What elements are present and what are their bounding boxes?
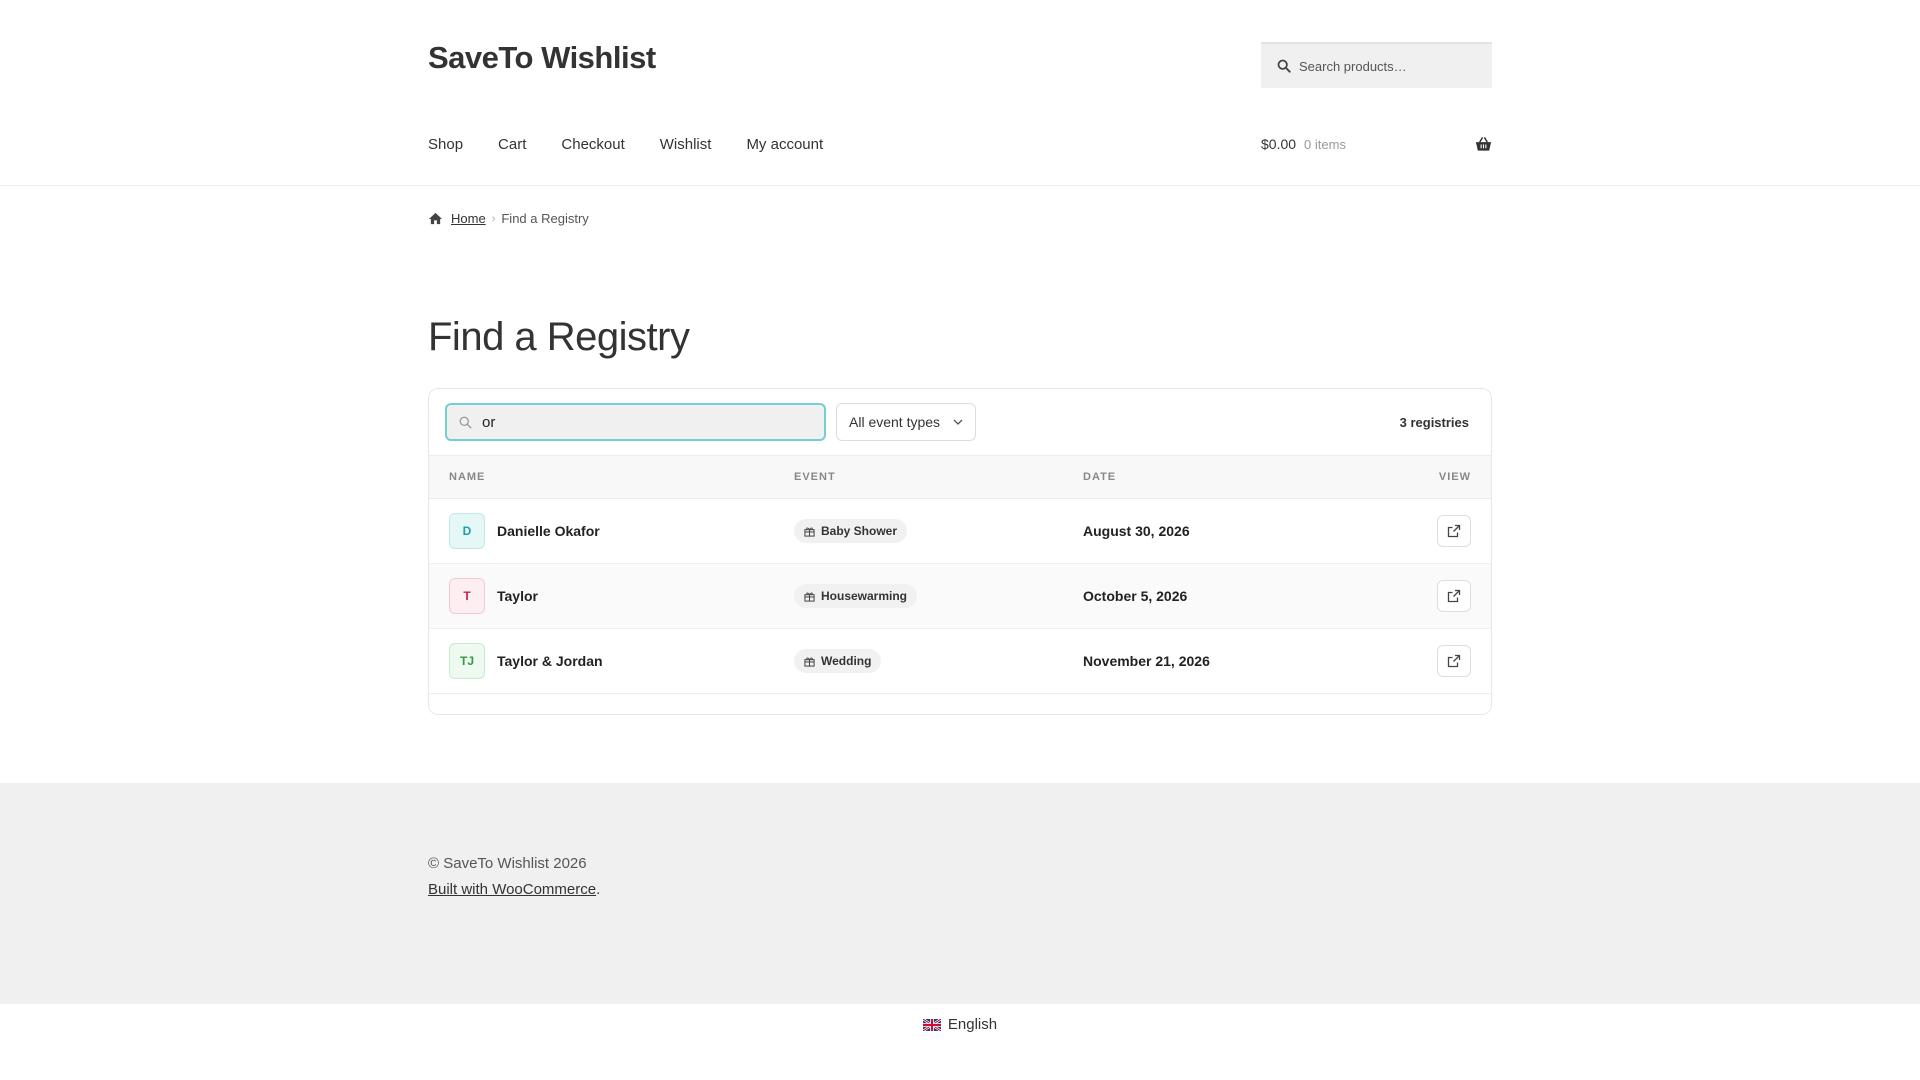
chevron-down-icon: [953, 419, 963, 425]
header-search[interactable]: [1261, 42, 1492, 88]
site-footer: © SaveTo Wishlist 2026 Built with WooCom…: [0, 783, 1920, 1004]
external-link-icon: [1447, 654, 1461, 668]
view-registry-button[interactable]: [1437, 580, 1471, 612]
gift-icon: [804, 656, 815, 667]
registry-name[interactable]: Danielle Okafor: [497, 523, 600, 539]
external-link-icon: [1447, 524, 1461, 538]
breadcrumb-separator: ›: [491, 212, 496, 225]
registry-toolbar: All event types 3 registries: [429, 389, 1491, 456]
cart-amount: $0.00: [1261, 136, 1297, 152]
search-icon: [1277, 59, 1291, 73]
column-header-date: DATE: [1083, 471, 1117, 483]
breadcrumb: Home › Find a Registry: [428, 211, 589, 226]
footer-copyright: © SaveTo Wishlist 2026: [428, 855, 587, 872]
nav-my-account[interactable]: My account: [746, 136, 823, 153]
table-row[interactable]: D Danielle Okafor Baby Shower August 30,…: [429, 499, 1491, 564]
page-title: Find a Registry: [428, 315, 690, 359]
breadcrumb-home[interactable]: Home: [451, 211, 486, 226]
view-registry-button[interactable]: [1437, 515, 1471, 547]
nav-wishlist[interactable]: Wishlist: [660, 136, 712, 153]
cart-summary[interactable]: $0.00 0 items: [1261, 136, 1492, 152]
table-body: D Danielle Okafor Baby Shower August 30,…: [429, 499, 1491, 694]
table-row[interactable]: TJ Taylor & Jordan Wedding November 21, …: [429, 629, 1491, 694]
search-icon: [459, 416, 472, 428]
nav-shop[interactable]: Shop: [428, 136, 463, 153]
nav-checkout[interactable]: Checkout: [561, 136, 624, 153]
registry-search-input[interactable]: [482, 413, 802, 431]
registry-date: August 30, 2026: [1083, 523, 1190, 539]
external-link-icon: [1447, 589, 1461, 603]
nav-cart[interactable]: Cart: [498, 136, 526, 153]
avatar: T: [449, 578, 485, 614]
main-nav: Shop Cart Checkout Wishlist My account: [428, 136, 823, 153]
breadcrumb-current: Find a Registry: [501, 211, 589, 226]
view-registry-button[interactable]: [1437, 645, 1471, 677]
footer-credit-suffix: .: [596, 881, 601, 898]
column-header-view: VIEW: [1438, 471, 1471, 483]
table-row[interactable]: T Taylor Housewarming October 5, 2026: [429, 564, 1491, 629]
uk-flag-icon: [922, 1018, 941, 1031]
column-header-name: NAME: [449, 471, 486, 483]
gift-icon: [804, 526, 815, 537]
language-label: English: [947, 1016, 998, 1033]
event-type-select[interactable]: All event types: [836, 403, 977, 441]
woocommerce-link[interactable]: Built with WooCommerce: [428, 881, 596, 898]
language-switcher[interactable]: English: [0, 1016, 1920, 1033]
home-icon: [429, 212, 442, 225]
registry-search[interactable]: [445, 403, 826, 441]
column-header-event: EVENT: [794, 471, 836, 483]
footer-credit: Built with WooCommerce.: [428, 881, 600, 898]
table-header: NAME EVENT DATE VIEW: [429, 456, 1491, 499]
registry-name[interactable]: Taylor & Jordan: [497, 653, 603, 669]
registry-date: November 21, 2026: [1083, 653, 1210, 669]
registry-count: 3 registries: [1399, 414, 1469, 430]
event-badge: Housewarming: [794, 584, 918, 608]
registry-card: All event types 3 registries NAME EVENT …: [428, 388, 1492, 715]
event-badge: Wedding: [794, 649, 882, 673]
site-title[interactable]: SaveTo Wishlist: [428, 40, 656, 76]
event-badge-label: Housewarming: [821, 589, 908, 603]
event-badge: Baby Shower: [794, 519, 908, 543]
header-divider: [0, 185, 1920, 186]
event-type-select-value: All event types: [849, 414, 941, 430]
header-search-input[interactable]: [1299, 58, 1479, 74]
registry-date: October 5, 2026: [1083, 588, 1188, 604]
basket-icon: [1475, 137, 1492, 151]
event-badge-label: Wedding: [821, 654, 872, 668]
cart-count: 0 items: [1304, 136, 1346, 152]
avatar: D: [449, 513, 485, 549]
gift-icon: [804, 591, 815, 602]
registry-name[interactable]: Taylor: [497, 588, 538, 604]
event-badge-label: Baby Shower: [821, 524, 898, 538]
avatar: TJ: [449, 643, 485, 679]
